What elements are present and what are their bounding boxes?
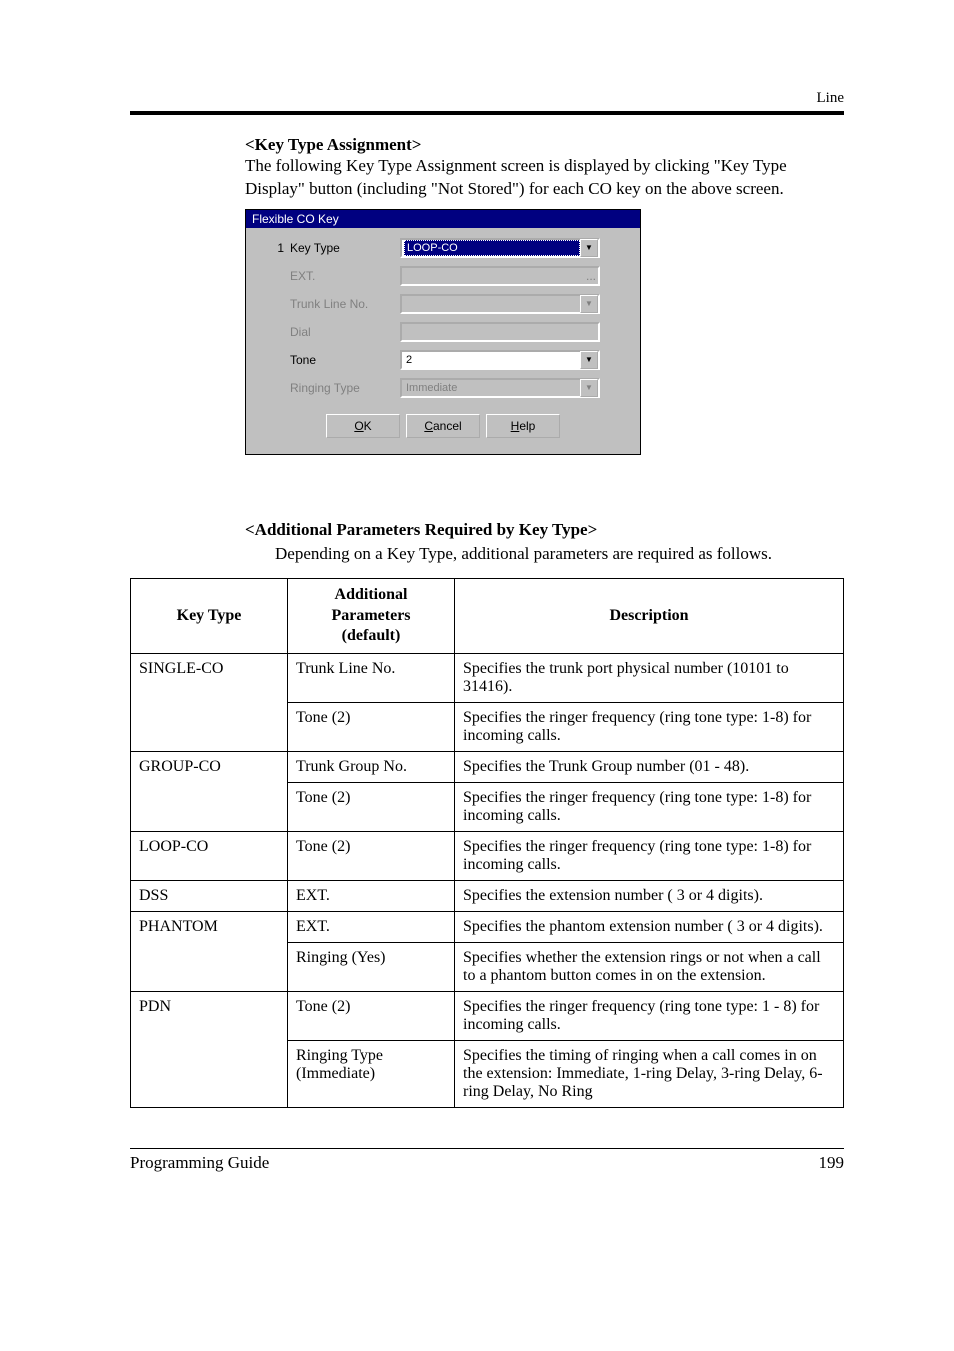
chevron-down-icon: ▼: [580, 379, 598, 397]
input-ext: ...: [400, 266, 600, 286]
table-row: DSS EXT. Specifies the extension number …: [131, 881, 844, 912]
select-ringing-value: Immediate: [404, 382, 580, 394]
th-additional: Additional Parameters (default): [288, 578, 455, 653]
th-key-type: Key Type: [131, 578, 288, 653]
section1-text: The following Key Type Assignment screen…: [245, 155, 844, 201]
select-trunk: ▼: [400, 294, 600, 314]
th-description: Description: [455, 578, 844, 653]
row-ext: EXT. ...: [258, 266, 628, 286]
footer-right: 199: [819, 1153, 845, 1173]
cancel-button[interactable]: Cancel: [406, 414, 480, 438]
ok-button[interactable]: OK: [326, 414, 400, 438]
chevron-down-icon: ▼: [580, 295, 598, 313]
section2-text: Depending on a Key Type, additional para…: [275, 544, 844, 564]
row-key-type: 1 Key Type LOOP-CO ▼: [258, 238, 628, 258]
section2-title: <Additional Parameters Required by Key T…: [245, 520, 844, 540]
table-row: GROUP-CO Trunk Group No. Specifies the T…: [131, 752, 844, 783]
table-row: PDN Tone (2) Specifies the ringer freque…: [131, 992, 844, 1041]
parameters-table: Key Type Additional Parameters (default)…: [130, 578, 844, 1108]
chevron-down-icon[interactable]: ▼: [580, 239, 598, 257]
select-key-type-value: LOOP-CO: [404, 240, 580, 256]
header-right-text: Line: [130, 90, 844, 107]
row-number: 1: [258, 241, 290, 255]
select-tone[interactable]: 2 ▼: [400, 350, 600, 370]
table-row: SINGLE-CO Trunk Line No. Specifies the t…: [131, 654, 844, 703]
select-key-type[interactable]: LOOP-CO ▼: [400, 238, 600, 258]
label-dial: Dial: [290, 325, 400, 339]
row-ringing: Ringing Type Immediate ▼: [258, 378, 628, 398]
top-rule: [130, 111, 844, 115]
chevron-down-icon[interactable]: ▼: [580, 351, 598, 369]
table-row: PHANTOM EXT. Specifies the phantom exten…: [131, 912, 844, 943]
label-ext: EXT.: [290, 269, 400, 283]
select-tone-value: 2: [404, 354, 580, 366]
dialog-titlebar: Flexible CO Key: [246, 210, 640, 228]
section1-title: <Key Type Assignment>: [245, 135, 844, 155]
label-ringing: Ringing Type: [290, 381, 400, 395]
label-trunk: Trunk Line No.: [290, 297, 400, 311]
label-key-type: Key Type: [290, 241, 400, 255]
dialog-button-row: OK Cancel Help: [258, 406, 628, 448]
select-ringing: Immediate ▼: [400, 378, 600, 398]
row-tone: Tone 2 ▼: [258, 350, 628, 370]
table-row: LOOP-CO Tone (2) Specifies the ringer fr…: [131, 832, 844, 881]
row-dial: Dial: [258, 322, 628, 342]
input-dial: [400, 322, 600, 342]
label-tone: Tone: [290, 353, 400, 367]
flexible-co-key-dialog: Flexible CO Key 1 Key Type LOOP-CO ▼ EXT…: [245, 209, 641, 455]
row-trunk: Trunk Line No. ▼: [258, 294, 628, 314]
page-footer: Programming Guide 199: [130, 1148, 844, 1173]
footer-left: Programming Guide: [130, 1153, 269, 1173]
help-button[interactable]: Help: [486, 414, 560, 438]
